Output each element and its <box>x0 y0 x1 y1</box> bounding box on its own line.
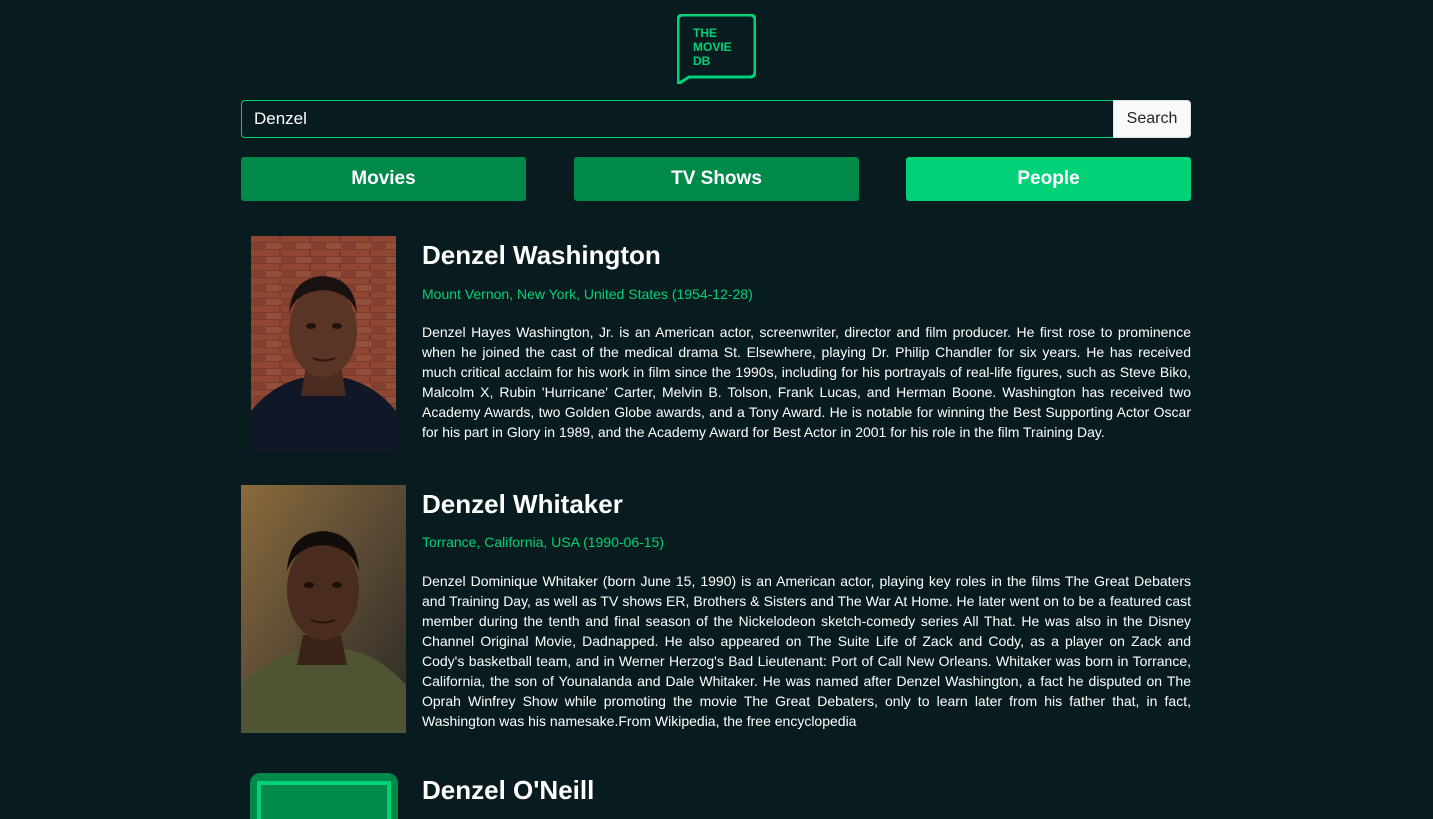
person-birthplace-date: Mount Vernon, New York, United States (1… <box>422 286 753 302</box>
search-bar: Search <box>241 100 1191 138</box>
category-tabs: Movies TV Shows People <box>241 157 1191 201</box>
logo-line-2: MOVIE <box>693 40 732 54</box>
person-portrait-image <box>251 236 396 453</box>
person-name[interactable]: Denzel Washington <box>422 240 661 271</box>
tab-tv-shows[interactable]: TV Shows <box>574 157 859 201</box>
person-portrait-image <box>241 485 406 733</box>
logo-line-1: THE <box>693 26 717 40</box>
search-button[interactable]: Search <box>1113 100 1191 138</box>
person-card[interactable]: Denzel O'Neill <box>241 773 1191 819</box>
tab-movies[interactable]: Movies <box>241 157 526 201</box>
person-photo[interactable] <box>241 485 406 733</box>
person-birthplace-date: Torrance, California, USA (1990-06-15) <box>422 534 665 550</box>
person-bio: Denzel Hayes Washington, Jr. is an Ameri… <box>422 324 1191 440</box>
person-bio: Denzel Dominique Whitaker (born June 15,… <box>422 573 1191 729</box>
search-input[interactable] <box>241 100 1113 138</box>
page: THE MOVIE DB Search Movies TV Shows Peop… <box>0 0 1433 819</box>
person-name[interactable]: Denzel Whitaker <box>422 489 623 520</box>
person-photo[interactable] <box>251 236 396 453</box>
person-photo-placeholder[interactable] <box>250 773 398 819</box>
person-card[interactable]: Denzel Whitaker Torrance, California, US… <box>241 485 1191 735</box>
person-name[interactable]: Denzel O'Neill <box>422 775 594 806</box>
tmdb-logo-icon: THE MOVIE DB <box>676 13 757 87</box>
tmdb-placeholder-icon <box>250 773 398 819</box>
person-card[interactable]: Denzel Washington Mount Vernon, New York… <box>241 236 1191 456</box>
tab-people[interactable]: People <box>906 157 1191 201</box>
logo-line-3: DB <box>693 54 711 68</box>
tmdb-logo[interactable]: THE MOVIE DB <box>676 13 757 87</box>
